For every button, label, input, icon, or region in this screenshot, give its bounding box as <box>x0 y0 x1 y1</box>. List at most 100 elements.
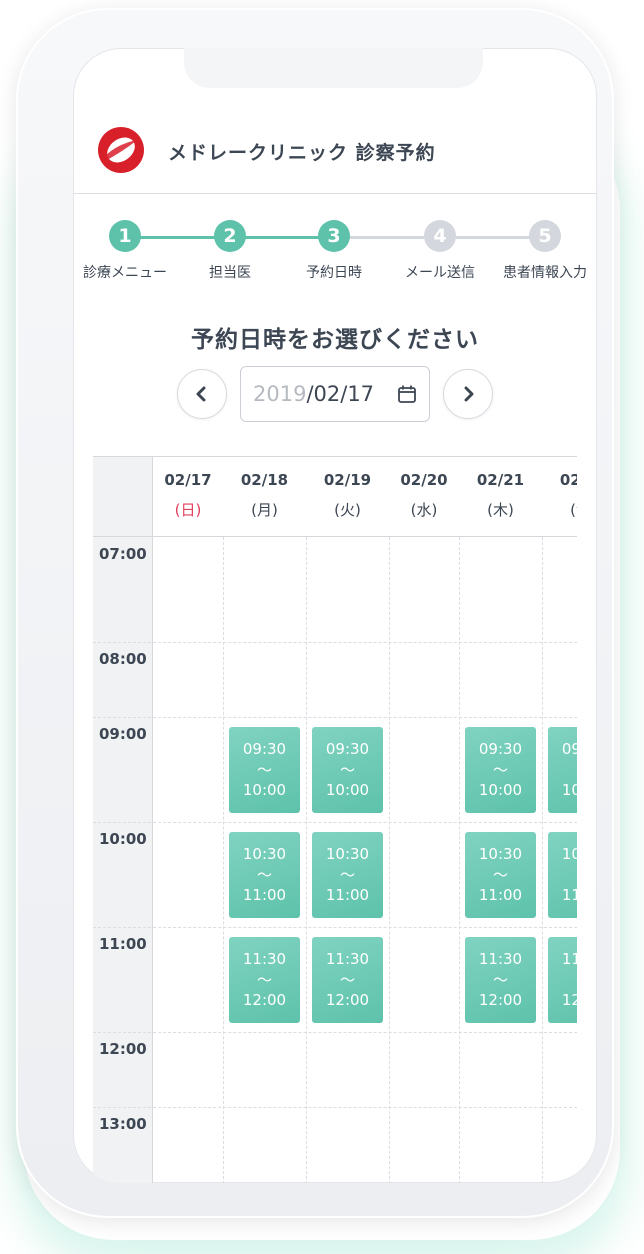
slot-sep: 〜 <box>548 970 577 991</box>
slot-start: 11:30 <box>325 950 370 968</box>
slot-sep: 〜 <box>492 970 508 989</box>
hour-divider <box>93 642 577 643</box>
next-date-button[interactable] <box>443 369 493 419</box>
slot-sep: 〜 <box>256 970 272 989</box>
time-label: 11:00 <box>99 935 147 953</box>
step-label: 診療メニュー <box>83 265 167 281</box>
slot-start: 10:30 <box>325 845 370 863</box>
day-weekday: (水) <box>410 501 438 519</box>
time-slot-button[interactable]: 11:30〜12:00 <box>229 937 300 1023</box>
slot-start: 10:30 <box>242 845 287 863</box>
day-date: 02/20 <box>400 471 448 489</box>
step-3: 3 予約日時 <box>279 220 389 282</box>
time-label: 13:00 <box>99 1115 147 1133</box>
step-label: メール送信 <box>405 265 475 281</box>
page-title: 予約日時をお選びください <box>191 327 479 353</box>
date-year: 2019 <box>253 382 307 406</box>
step-label: 患者情報入力 <box>503 265 587 281</box>
clinic-logo-icon <box>98 127 144 173</box>
time-slot-button[interactable]: 09:30〜10:00 <box>229 727 300 813</box>
calendar-icon[interactable] <box>397 384 417 404</box>
slot-end: 10:00 <box>478 781 523 799</box>
phone-screen: メドレークリニック 診察予約 1 診療メニュー 2 担当医 3 予約日時 4 メール送信 5 患者… <box>73 48 597 1183</box>
step-number: 2 <box>214 220 246 252</box>
step-number: 1 <box>109 220 141 252</box>
slot-start: 09:30 <box>325 740 370 758</box>
slot-sep: 〜 <box>492 865 508 884</box>
day-divider <box>389 537 390 1183</box>
day-date: 02/21 <box>476 471 525 489</box>
time-slot-button[interactable]: 10:30〜11:00 <box>312 832 383 918</box>
day-header: 02/22 (金) <box>542 457 577 537</box>
slot-sep: 〜 <box>492 760 508 779</box>
day-divider <box>223 537 224 1183</box>
day-header: 02/20 (水) <box>389 457 459 537</box>
day-header-row: 02/17 (日) 02/18 (月) 02/19 (火) 02/20 (水) 02/21 (木)… <box>93 457 577 537</box>
date-input[interactable]: 2019/02/17 <box>240 366 430 422</box>
prev-date-button[interactable] <box>177 369 227 419</box>
day-weekday: (火) <box>334 501 361 519</box>
slot-start: 09:30 <box>561 740 577 758</box>
slot-end: 12:00 <box>242 991 287 1009</box>
time-slot-button[interactable]: 11:30〜12:00 <box>465 937 536 1023</box>
step-4: 4 メール送信 <box>385 220 495 282</box>
day-weekday: (木) <box>487 501 514 519</box>
time-label: 12:00 <box>99 1040 147 1058</box>
step-1: 1 診療メニュー <box>73 220 180 282</box>
time-label: 10:00 <box>99 830 147 848</box>
schedule-grid[interactable]: 02/17 (日) 02/18 (月) 02/19 (火) 02/20 (水) 02/21 (木)… <box>93 456 577 1183</box>
step-number: 5 <box>529 220 561 252</box>
day-weekday: (月) <box>251 501 278 519</box>
day-header: 02/19 (火) <box>306 457 389 537</box>
step-number: 4 <box>424 220 456 252</box>
slot-end: 10:00 <box>325 781 370 799</box>
app-header: メドレークリニック 診察予約 <box>73 118 597 194</box>
hour-divider <box>93 927 577 928</box>
time-slot-button[interactable]: 11:30 〜12:00 <box>548 937 577 1023</box>
slot-sep: 〜 <box>256 865 272 884</box>
time-slot-button[interactable]: 11:30〜12:00 <box>312 937 383 1023</box>
day-divider <box>306 537 307 1183</box>
slot-sep: 〜 <box>339 760 355 779</box>
slot-start: 09:30 <box>478 740 523 758</box>
day-header: 02/18 (月) <box>223 457 306 537</box>
day-weekday: (金) <box>570 501 577 519</box>
slot-start: 11:30 <box>561 950 577 968</box>
time-slot-button[interactable]: 09:30 〜 10:00 <box>312 727 383 813</box>
slot-start: 10:30 <box>478 845 523 863</box>
step-label: 担当医 <box>209 265 251 281</box>
slot-end: 10:00 <box>561 781 577 799</box>
day-divider <box>459 537 460 1183</box>
slot-sep: 〜 <box>548 760 577 781</box>
time-slot-button[interactable]: 09:30 〜10:00 <box>548 727 577 813</box>
chevron-right-icon <box>464 386 474 402</box>
day-weekday: (日) <box>174 501 202 519</box>
slot-sep: 〜 <box>548 865 577 886</box>
step-number: 3 <box>318 220 350 252</box>
date-month-day: /02/17 <box>306 382 375 406</box>
time-slot-button[interactable]: 10:30 〜 11:00 <box>229 832 300 918</box>
time-slot-button[interactable]: 10:30〜11:00 <box>548 832 577 918</box>
day-header: 02/17 (日) <box>153 457 223 537</box>
time-label: 07:00 <box>99 545 147 563</box>
day-date: 02/19 <box>323 471 372 489</box>
phone-frame: メドレークリニック 診察予約 1 診療メニュー 2 担当医 3 予約日時 4 メール送信 5 患者… <box>16 8 614 1218</box>
slot-sep: 〜 <box>339 970 355 989</box>
chevron-left-icon <box>196 386 206 402</box>
booking-stepper: 1 診療メニュー 2 担当医 3 予約日時 4 メール送信 5 患者情報入力 <box>73 220 597 290</box>
day-divider <box>542 537 543 1183</box>
slot-end: 11:00 <box>242 886 287 904</box>
step-5: 5 患者情報入力 <box>490 220 597 282</box>
slot-end: 11:00 <box>561 886 577 904</box>
time-label: 09:00 <box>99 725 147 743</box>
app-title: メドレークリニック 診察予約 <box>168 142 436 164</box>
slot-sep: 〜 <box>256 760 272 779</box>
time-slot-button[interactable]: 09:30 〜 10:00 <box>465 727 536 813</box>
time-slot-button[interactable]: 10:30〜11:00 <box>465 832 536 918</box>
slot-end: 12:00 <box>561 991 577 1009</box>
slot-sep: 〜 <box>339 865 355 884</box>
time-label: 08:00 <box>99 650 147 668</box>
hour-divider <box>93 822 577 823</box>
slot-end: 10:00 <box>242 781 287 799</box>
day-date: 02/18 <box>240 471 289 489</box>
